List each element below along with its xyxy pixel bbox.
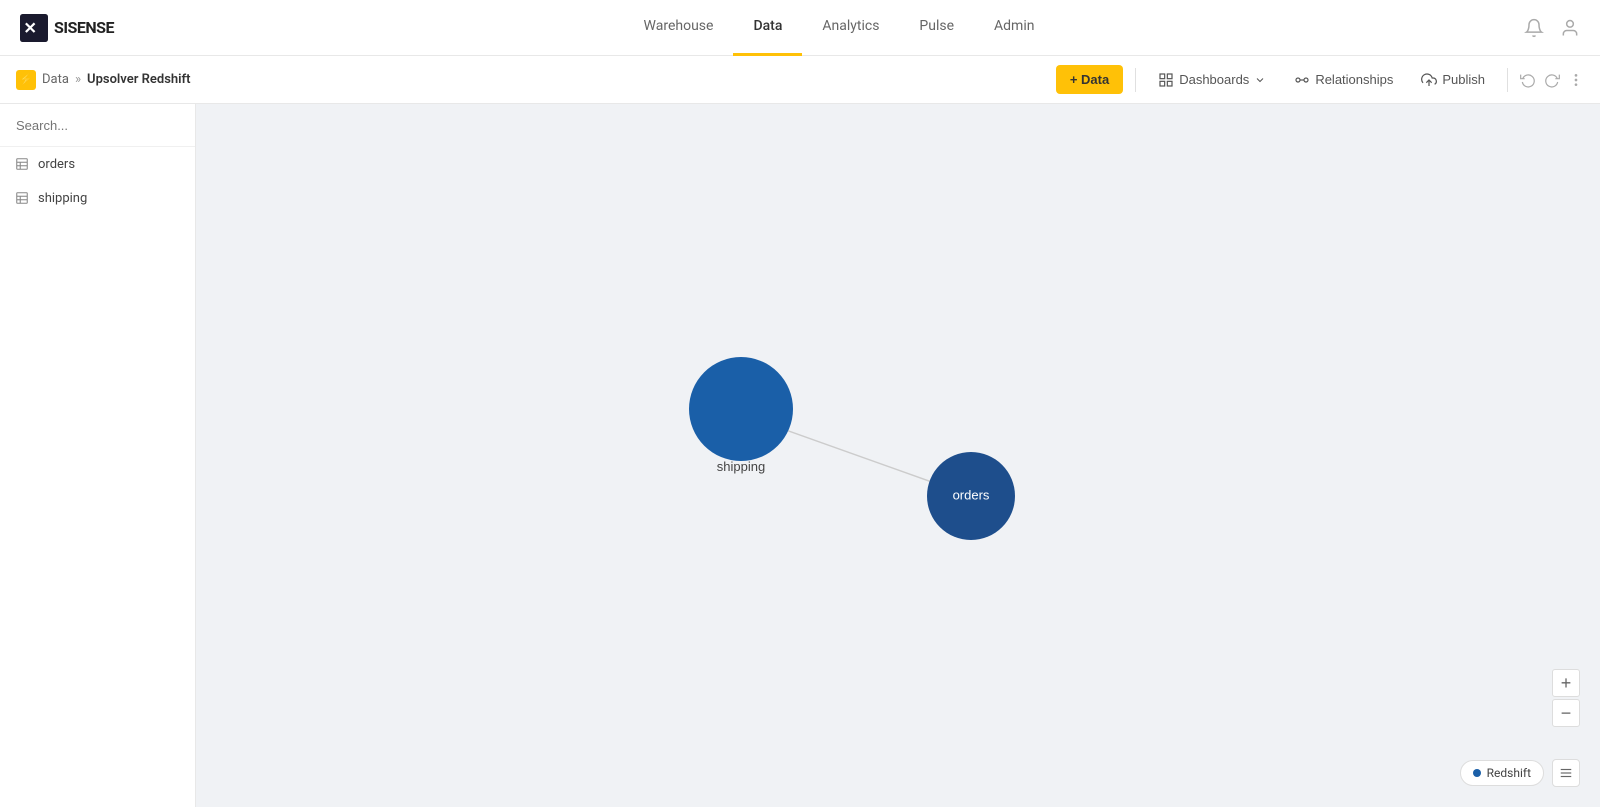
breadcrumb-data: Data xyxy=(42,72,69,87)
shipping-node-label: shipping xyxy=(717,459,765,474)
search-input[interactable] xyxy=(16,118,192,133)
dashboards-button[interactable]: Dashboards xyxy=(1148,66,1276,94)
canvas-area[interactable]: shipping orders + − Redshift xyxy=(196,104,1600,807)
top-nav: ✕ SISENSE Warehouse Data Analytics Pulse… xyxy=(0,0,1600,56)
status-dot xyxy=(1473,769,1481,777)
breadcrumb: ⚡ Data » Upsolver Redshift xyxy=(16,70,191,90)
more-options-icon[interactable] xyxy=(1568,72,1584,88)
publish-icon xyxy=(1421,72,1437,88)
publish-button[interactable]: Publish xyxy=(1411,66,1495,94)
svg-text:✕: ✕ xyxy=(24,18,37,37)
sidebar-item-shipping[interactable]: shipping xyxy=(0,181,195,215)
main-layout: orders shipping shipping orders + − xyxy=(0,104,1600,807)
nav-analytics[interactable]: Analytics xyxy=(802,0,899,56)
sidebar-item-shipping-label: shipping xyxy=(38,191,87,206)
redo-icon[interactable] xyxy=(1544,72,1560,88)
relationships-label: Relationships xyxy=(1315,72,1393,87)
nav-links: Warehouse Data Analytics Pulse Admin xyxy=(154,0,1524,56)
sidebar-search-bar xyxy=(0,104,195,147)
zoom-in-button[interactable]: + xyxy=(1552,669,1580,697)
divider-2 xyxy=(1507,68,1508,92)
add-data-button[interactable]: + Data xyxy=(1056,65,1123,94)
sisense-logo-icon: ✕ xyxy=(20,14,48,42)
undo-icon[interactable] xyxy=(1520,72,1536,88)
logo: ✕ SISENSE xyxy=(20,14,114,42)
sub-header-right: + Data Dashboards Relationships Publish xyxy=(1056,65,1584,94)
sidebar: orders shipping xyxy=(0,104,196,807)
zoom-controls: + − xyxy=(1552,669,1580,727)
nav-right xyxy=(1524,18,1580,38)
shipping-node[interactable] xyxy=(689,357,793,461)
zoom-out-button[interactable]: − xyxy=(1552,699,1580,727)
table-icon-orders xyxy=(14,156,30,172)
breadcrumb-current: Upsolver Redshift xyxy=(87,72,190,87)
relationships-button[interactable]: Relationships xyxy=(1284,66,1403,94)
nav-pulse[interactable]: Pulse xyxy=(899,0,974,56)
logo-text: SISENSE xyxy=(54,18,114,37)
orders-node-label: orders xyxy=(953,487,990,502)
status-badge-redshift: Redshift xyxy=(1460,760,1544,786)
dashboards-label: Dashboards xyxy=(1179,72,1249,87)
relationships-icon xyxy=(1294,72,1310,88)
relationship-graph: shipping orders xyxy=(196,104,1600,807)
sidebar-item-orders-label: orders xyxy=(38,157,75,172)
nav-admin[interactable]: Admin xyxy=(974,0,1054,56)
publish-label: Publish xyxy=(1442,72,1485,87)
dashboards-chevron-icon xyxy=(1254,74,1266,86)
notifications-icon[interactable] xyxy=(1524,18,1544,38)
breadcrumb-separator: » xyxy=(75,72,81,87)
sidebar-item-orders[interactable]: orders xyxy=(0,147,195,181)
user-icon[interactable] xyxy=(1560,18,1580,38)
divider-1 xyxy=(1135,68,1136,92)
lightning-icon: ⚡ xyxy=(16,70,36,90)
nav-warehouse[interactable]: Warehouse xyxy=(624,0,734,56)
table-icon-shipping xyxy=(14,190,30,206)
status-bar: Redshift xyxy=(1460,759,1580,787)
status-label: Redshift xyxy=(1487,766,1531,780)
status-list-button[interactable] xyxy=(1552,759,1580,787)
sub-header: ⚡ Data » Upsolver Redshift + Data Dashbo… xyxy=(0,56,1600,104)
nav-data[interactable]: Data xyxy=(733,0,802,56)
dashboards-icon xyxy=(1158,72,1174,88)
list-icon xyxy=(1559,766,1573,780)
